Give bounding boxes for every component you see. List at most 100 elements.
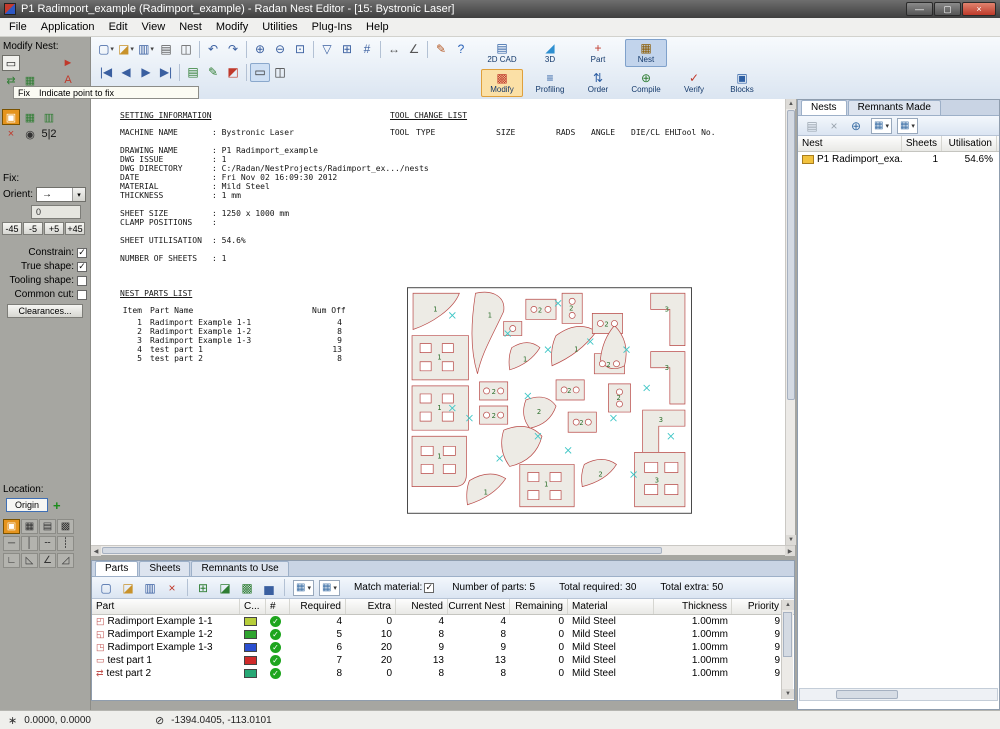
nest-column-sheets[interactable]: Sheets bbox=[902, 136, 942, 151]
first-sheet-icon[interactable]: |◀ bbox=[96, 63, 116, 82]
origin-button[interactable]: Origin bbox=[6, 498, 48, 512]
column-header-extra[interactable]: Extra bbox=[346, 599, 396, 614]
column-header-c[interactable]: C... bbox=[240, 599, 266, 614]
angle-input[interactable]: 0 bbox=[31, 205, 81, 219]
clearances-button[interactable]: Clearances... bbox=[7, 304, 83, 318]
vertical-scroll-thumb[interactable] bbox=[787, 110, 795, 400]
column-header-thickness[interactable]: Thickness bbox=[654, 599, 732, 614]
open-icon-dropdown[interactable]: ▾ bbox=[130, 45, 134, 53]
menu-nest[interactable]: Nest bbox=[172, 19, 209, 35]
column-header-part[interactable]: Part bbox=[92, 599, 240, 614]
true-shape-checkbox[interactable]: ✓ bbox=[77, 262, 87, 272]
new-parts-list-icon[interactable]: ▢ bbox=[96, 578, 116, 597]
flag-tool[interactable]: ► bbox=[59, 55, 77, 71]
scroll-right-icon[interactable]: ▶ bbox=[785, 546, 795, 556]
menu-modify[interactable]: Modify bbox=[209, 19, 255, 35]
nest-layout-canvas[interactable]: 111111111222222222223333 bbox=[407, 287, 692, 514]
column-header-current-nest[interactable]: Current Nest bbox=[448, 599, 510, 614]
sheet-list-icon[interactable]: ▤ bbox=[183, 63, 203, 82]
nests-scrollbar[interactable] bbox=[799, 688, 998, 701]
document-vertical-scrollbar[interactable]: ▲ ▼ bbox=[785, 99, 795, 545]
menu-file[interactable]: File bbox=[2, 19, 34, 35]
nests-scroll-thumb[interactable] bbox=[836, 690, 898, 699]
delete-part-icon[interactable]: × bbox=[162, 578, 182, 597]
vertical-snap[interactable]: │ bbox=[21, 536, 38, 551]
mode-2d-cad-button[interactable]: ▤2D CAD bbox=[481, 39, 523, 67]
origin-snap[interactable]: ▣ bbox=[3, 519, 20, 534]
tab-sheets[interactable]: Sheets bbox=[139, 561, 190, 576]
scroll-up-icon[interactable]: ▲ bbox=[786, 99, 796, 109]
minimize-button[interactable]: — bbox=[906, 2, 933, 16]
last-sheet-icon[interactable]: ▶| bbox=[156, 63, 176, 82]
common-cut-checkbox[interactable] bbox=[77, 290, 87, 300]
mode-blocks-button[interactable]: ▣Blocks bbox=[721, 69, 763, 97]
inspect-tool[interactable]: ◉ bbox=[21, 126, 39, 142]
zoom-window-icon[interactable]: ⊡ bbox=[290, 40, 310, 59]
zoom-out-icon[interactable]: ⊖ bbox=[270, 40, 290, 59]
sheet-fill-tool[interactable]: ▥ bbox=[40, 109, 58, 125]
maximize-button[interactable]: ▢ bbox=[934, 2, 961, 16]
dots-snap[interactable]: ┊ bbox=[57, 536, 74, 551]
hatch-snap[interactable]: ▩ bbox=[57, 519, 74, 534]
menu-help[interactable]: Help bbox=[359, 19, 396, 35]
interactive-nest-tool[interactable]: ▣ bbox=[2, 109, 20, 125]
menu-edit[interactable]: Edit bbox=[102, 19, 135, 35]
delete-part-tool[interactable]: × bbox=[2, 126, 20, 142]
redo-icon[interactable]: ↷ bbox=[223, 40, 243, 59]
flag-icon[interactable]: ◩ bbox=[223, 63, 243, 82]
document-horizontal-scrollbar[interactable]: ◀ ▶ bbox=[91, 545, 795, 555]
nest-column-nest[interactable]: Nest bbox=[798, 136, 902, 151]
parts-table-scrollbar[interactable]: ▲ ▼ bbox=[781, 600, 793, 699]
part-folder-icon[interactable]: ◪ bbox=[215, 578, 235, 597]
delete-nest-icon[interactable]: × bbox=[824, 116, 844, 135]
save-parts-list-icon[interactable]: ▥ bbox=[140, 578, 160, 597]
single-view-icon[interactable]: ▭ bbox=[250, 63, 270, 82]
scroll-down-icon[interactable]: ▼ bbox=[786, 535, 796, 545]
print-icon[interactable]: ▤ bbox=[156, 40, 176, 59]
orient-select[interactable]: → ▾ bbox=[36, 187, 86, 202]
fine-grid-snap[interactable]: ▤ bbox=[39, 519, 56, 534]
column-header-material[interactable]: Material bbox=[568, 599, 654, 614]
parts-scroll-thumb[interactable] bbox=[783, 612, 792, 657]
tab-remnants-to-use[interactable]: Remnants to Use bbox=[191, 561, 288, 576]
locate-nest-icon[interactable]: ⊕ bbox=[846, 116, 866, 135]
mode-nest-button[interactable]: ▦Nest bbox=[625, 39, 667, 67]
datum-icon[interactable]: + bbox=[53, 499, 61, 512]
rotate-plus-45-button[interactable]: +45 bbox=[65, 222, 85, 235]
split-view-icon[interactable]: ◫ bbox=[270, 63, 290, 82]
document-area[interactable]: 111111111222222222223333 SETTING INFORMA… bbox=[91, 99, 785, 545]
rotate-plus-5-button[interactable]: +5 bbox=[44, 222, 64, 235]
undo-icon[interactable]: ↶ bbox=[203, 40, 223, 59]
scroll-left-icon[interactable]: ◀ bbox=[91, 546, 101, 556]
material-icon[interactable]: ▩ bbox=[237, 578, 257, 597]
column-header-priority[interactable]: Priority bbox=[732, 599, 784, 614]
rotate-minus-45-button[interactable]: -45 bbox=[2, 222, 22, 235]
tab-nests[interactable]: Nests bbox=[801, 100, 847, 115]
stats-icon[interactable]: ▅ bbox=[259, 578, 279, 597]
new-icon[interactable]: ▢▾ bbox=[96, 40, 116, 59]
nests-filter-combo[interactable]: ▦▾ bbox=[897, 118, 918, 134]
tooling-shape-checkbox[interactable] bbox=[77, 276, 87, 286]
parts-scroll-up-icon[interactable]: ▲ bbox=[782, 600, 794, 610]
constrain-checkbox[interactable]: ✓ bbox=[77, 248, 87, 258]
dash-snap[interactable]: ╌ bbox=[39, 536, 56, 551]
column-header-col2[interactable]: # bbox=[266, 599, 290, 614]
save-nest-icon[interactable]: ▤ bbox=[802, 116, 822, 135]
open-parts-list-icon[interactable]: ◪ bbox=[118, 578, 138, 597]
orient-dropdown-icon[interactable]: ▾ bbox=[72, 188, 85, 201]
close-button[interactable]: × bbox=[962, 2, 996, 16]
tab-remnants-made[interactable]: Remnants Made bbox=[848, 100, 941, 115]
new-icon-dropdown[interactable]: ▾ bbox=[110, 45, 114, 53]
mode-compile-button[interactable]: ⊕Compile bbox=[625, 69, 667, 97]
match-material-checkbox[interactable]: ✓ bbox=[424, 583, 434, 593]
help-icon[interactable]: ? bbox=[451, 40, 471, 59]
grid-fill-tool[interactable]: ▦ bbox=[21, 109, 39, 125]
print-preview-icon[interactable]: ◫ bbox=[176, 40, 196, 59]
measure-icon[interactable]: ↔ bbox=[384, 40, 404, 59]
save-icon-dropdown[interactable]: ▾ bbox=[150, 45, 154, 53]
part-row[interactable]: ⇄test part 2✓80880Mild Steel1.00mm9 bbox=[92, 667, 794, 680]
tab-parts[interactable]: Parts bbox=[95, 561, 138, 576]
column-header-required[interactable]: Required bbox=[290, 599, 346, 614]
zoom-in-icon[interactable]: ⊕ bbox=[250, 40, 270, 59]
snap-icon[interactable]: # bbox=[357, 40, 377, 59]
